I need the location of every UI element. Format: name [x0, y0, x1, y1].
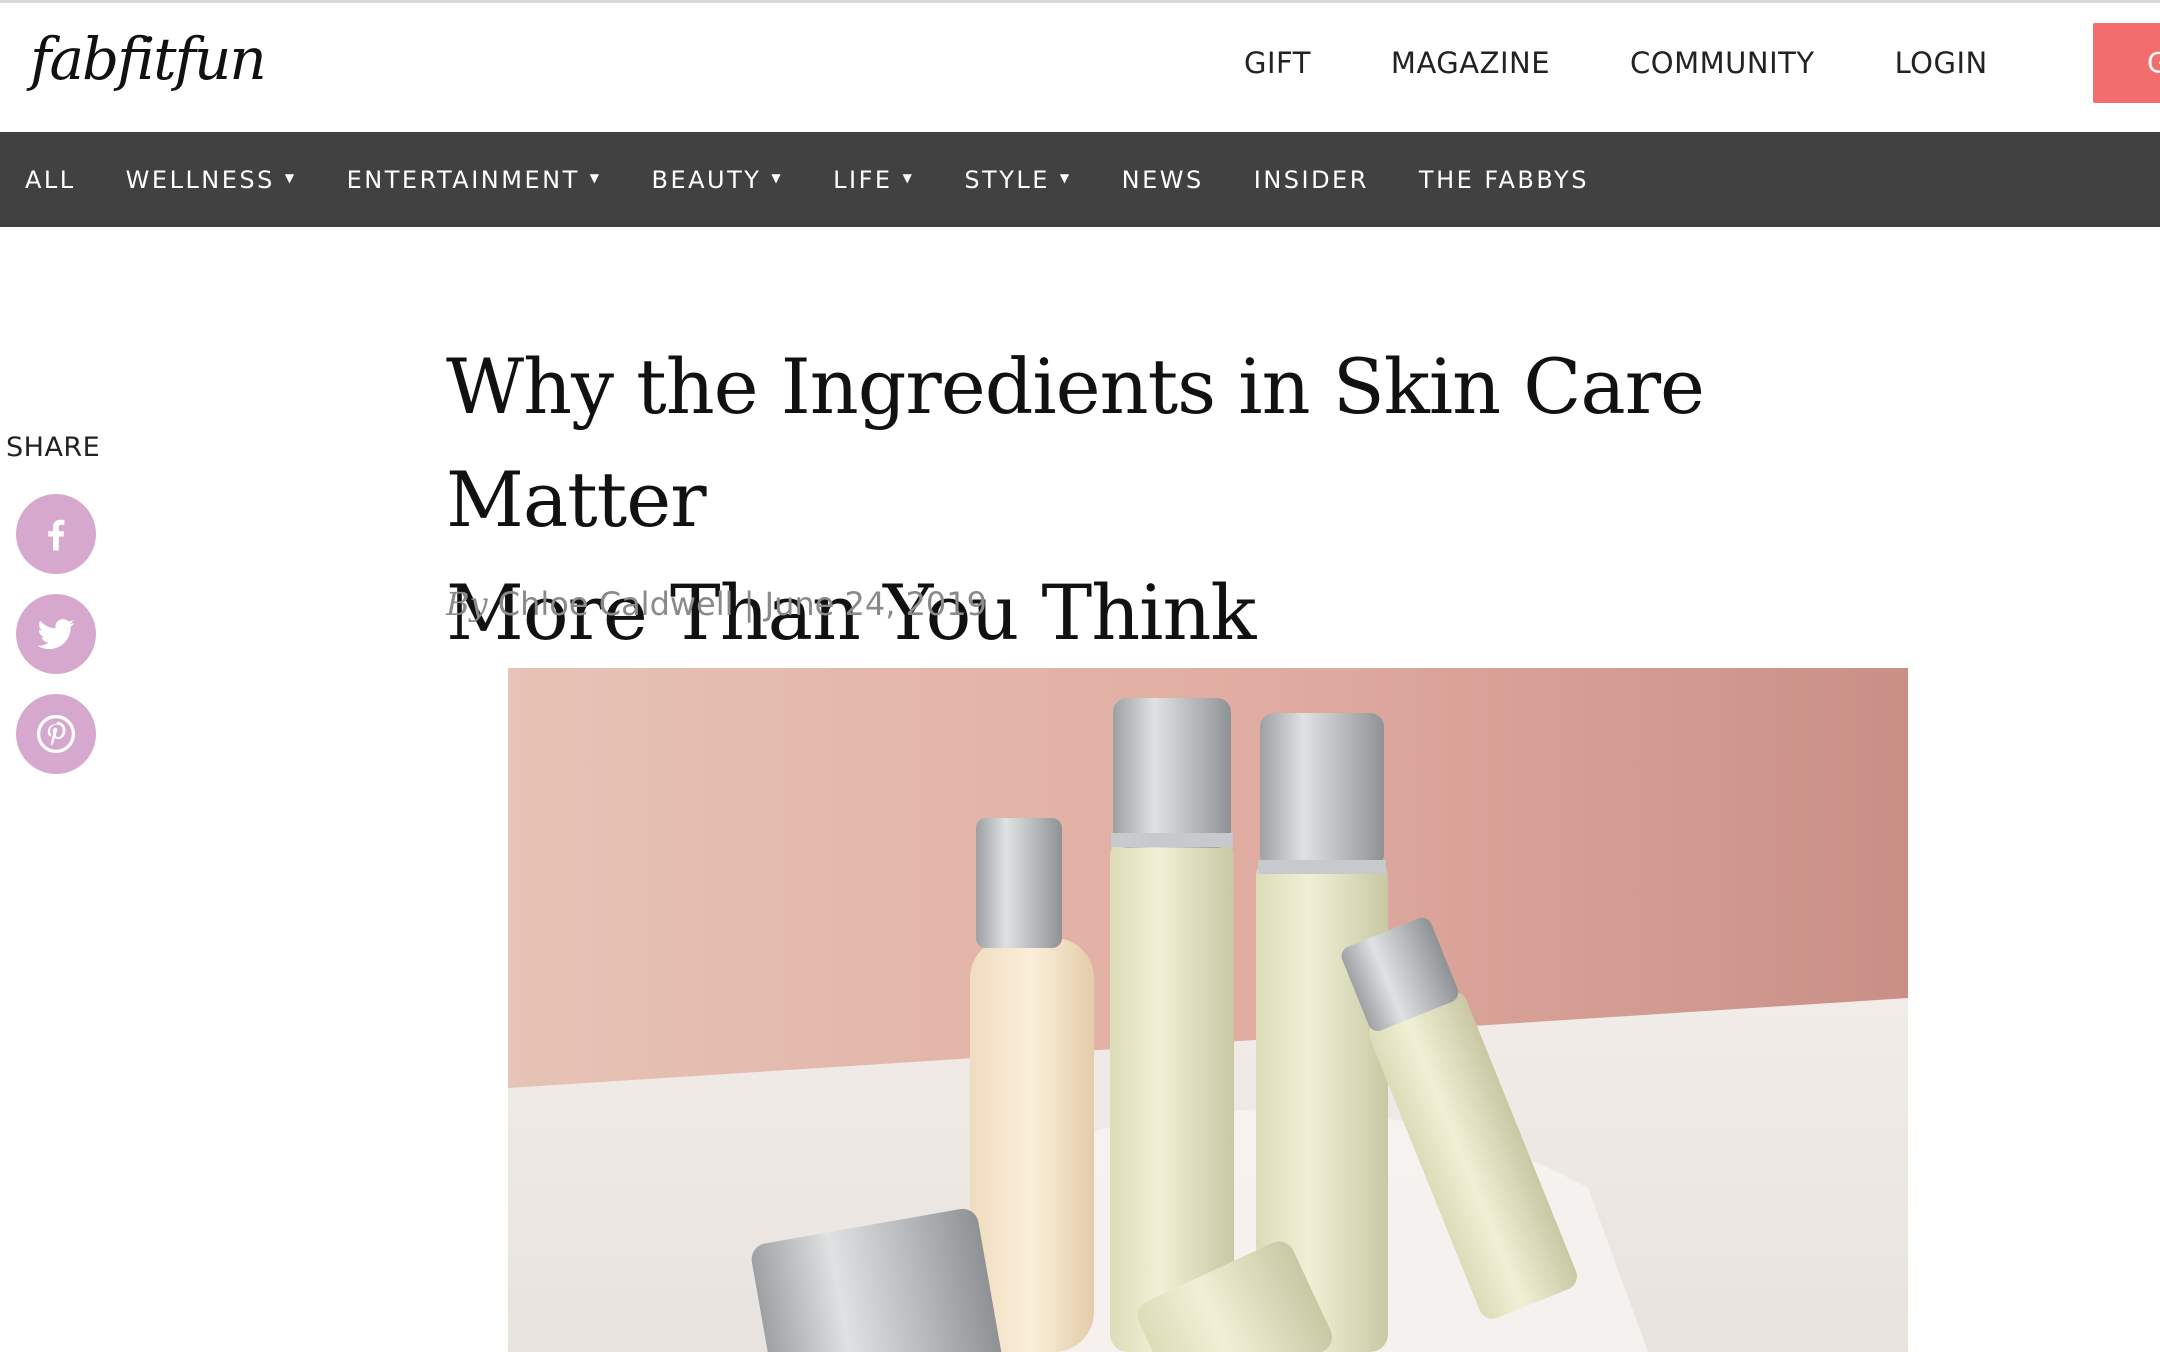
by-label: By — [446, 585, 488, 623]
share-column: SHARE — [6, 432, 106, 774]
category-label: LIFE — [833, 165, 893, 194]
caret-down-icon: ▼ — [771, 170, 784, 185]
article-title-line1: Why the Ingredients in Skin Care Matter — [446, 342, 1705, 544]
caret-down-icon: ▼ — [589, 170, 602, 185]
article-byline: By Chloe Caldwell | June 24, 2019 — [446, 585, 987, 623]
cta-label: GET — [2147, 46, 2160, 79]
pinterest-share-button[interactable] — [16, 694, 96, 774]
byline-separator: | — [743, 585, 755, 623]
category-style[interactable]: STYLE ▼ — [964, 166, 1071, 194]
category-beauty[interactable]: BEAUTY ▼ — [651, 166, 783, 194]
category-label: ENTERTAINMENT — [346, 165, 580, 194]
facebook-icon — [48, 519, 65, 551]
facebook-share-button[interactable] — [16, 494, 96, 574]
category-insider[interactable]: INSIDER — [1254, 166, 1369, 194]
author-name[interactable]: Chloe Caldwell — [498, 585, 734, 623]
category-entertainment[interactable]: ENTERTAINMENT ▼ — [347, 166, 602, 194]
category-nav: ALL WELLNESS ▼ ENTERTAINMENT ▼ BEAUTY ▼ LIF… — [0, 132, 2160, 227]
nav-gift[interactable]: GIFT — [1244, 43, 1311, 83]
site-logo[interactable]: fabfitfun — [30, 25, 267, 93]
category-label: INSIDER — [1253, 165, 1369, 194]
nav-magazine[interactable]: MAGAZINE — [1391, 43, 1550, 83]
caret-down-icon: ▼ — [902, 170, 915, 185]
twitter-icon — [37, 619, 75, 650]
category-label: STYLE — [964, 165, 1050, 194]
share-label: SHARE — [6, 432, 101, 463]
category-wellness[interactable]: WELLNESS ▼ — [126, 166, 297, 194]
category-label: BEAUTY — [651, 165, 762, 194]
hero-image — [508, 668, 1908, 1352]
caret-down-icon: ▼ — [284, 170, 297, 185]
caret-down-icon: ▼ — [1059, 170, 1072, 185]
category-label: THE FABBYS — [1418, 165, 1589, 194]
publish-date: June 24, 2019 — [764, 585, 987, 623]
twitter-share-button[interactable] — [16, 594, 96, 674]
get-started-button[interactable]: GET — [2093, 23, 2160, 103]
top-nav: GIFT MAGAZINE COMMUNITY LOGIN — [1244, 43, 2068, 83]
nav-login[interactable]: LOGIN — [1895, 43, 1988, 83]
nav-community[interactable]: COMMUNITY — [1630, 43, 1815, 83]
pinterest-icon — [36, 714, 76, 754]
category-all[interactable]: ALL — [25, 166, 76, 194]
category-label: NEWS — [1121, 165, 1204, 194]
category-label: WELLNESS — [125, 165, 275, 194]
top-header: fabfitfun GIFT MAGAZINE COMMUNITY LOGIN … — [0, 0, 2160, 132]
category-label: ALL — [25, 165, 76, 194]
category-the-fabbys[interactable]: THE FABBYS — [1419, 166, 1589, 194]
category-life[interactable]: LIFE ▼ — [833, 166, 914, 194]
skincare-bottles-photo — [508, 668, 1908, 1352]
category-news[interactable]: NEWS — [1122, 166, 1204, 194]
